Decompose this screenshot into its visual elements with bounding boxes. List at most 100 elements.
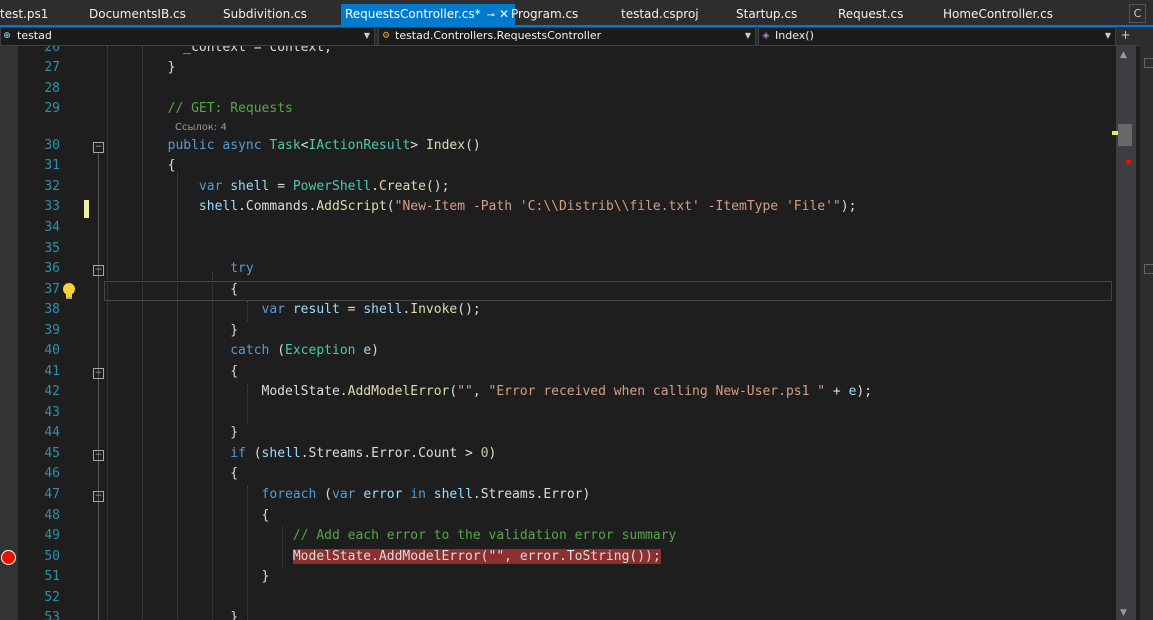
tab-startup-cs[interactable]: Startup.cs xyxy=(736,4,797,25)
class-dropdown[interactable]: ⚙ testad.Controllers.RequestsController … xyxy=(378,27,756,46)
line-number: 47 xyxy=(44,487,60,502)
code-token: AddScript xyxy=(316,199,387,214)
glyph-margin[interactable] xyxy=(0,46,18,620)
lightbulb-icon[interactable] xyxy=(61,282,77,300)
line-number: 48 xyxy=(44,508,60,523)
scroll-down-icon[interactable]: ▼ xyxy=(1120,608,1127,618)
code-line-39[interactable]: } xyxy=(105,323,238,338)
tab-homecontroller-cs[interactable]: HomeController.cs xyxy=(943,4,1053,25)
code-line-37[interactable]: { xyxy=(105,282,238,297)
fold-collapse-icon[interactable]: − xyxy=(93,450,104,461)
line-number: 50 xyxy=(44,549,60,564)
code-line-44[interactable]: } xyxy=(105,425,238,440)
tab-program-cs[interactable]: Program.cs xyxy=(511,4,578,25)
code-line-51[interactable]: } xyxy=(105,569,270,584)
line-number: 42 xyxy=(44,384,60,399)
tab-label: RequestsController.cs* xyxy=(345,7,481,21)
project-label: testad xyxy=(17,29,52,42)
scrollbar-thumb[interactable] xyxy=(1118,124,1132,146)
code-line-31[interactable]: { xyxy=(105,158,176,173)
line-number: 29 xyxy=(44,101,60,116)
tab-request-cs[interactable]: Request.cs xyxy=(838,4,903,25)
panel-toggle-button[interactable] xyxy=(1144,58,1153,68)
code-text: _context = context; xyxy=(183,46,332,55)
line-number: 45 xyxy=(44,446,60,461)
tab-overflow-button[interactable]: C xyxy=(1129,4,1146,23)
globe-icon: ⊕ xyxy=(3,31,11,41)
code-line-53[interactable]: } xyxy=(105,610,238,620)
code-line-41[interactable]: { xyxy=(105,364,238,379)
line-number: 46 xyxy=(44,466,60,481)
code-token: ( xyxy=(386,199,395,214)
navigation-bar: ⊕ testad ▼ ⚙ testad.Controllers.Requests… xyxy=(0,27,1140,46)
string-literal: "" xyxy=(457,384,473,399)
code-line-46[interactable]: { xyxy=(105,466,238,481)
breakpoint-icon[interactable] xyxy=(1,550,16,565)
document-tab-strip: test.ps1 DocumentsIB.cs Subdivition.cs R… xyxy=(0,0,1153,26)
method-icon: ◈ xyxy=(762,31,770,41)
pin-icon[interactable]: ⊸ xyxy=(487,10,495,21)
code-line-27[interactable]: } xyxy=(105,60,176,75)
code-token: ); xyxy=(840,199,857,214)
tab-documentsib-cs[interactable]: DocumentsIB.cs xyxy=(89,4,186,25)
line-number: 39 xyxy=(44,323,60,338)
member-dropdown[interactable]: ◈ Index() ▼ xyxy=(758,27,1116,46)
line-number: 43 xyxy=(44,405,60,420)
code-line-33[interactable]: shell.Commands.AddScript("New-Item -Path… xyxy=(105,199,856,214)
string-literal: "" xyxy=(488,549,505,564)
chevron-down-icon: ▼ xyxy=(1104,31,1111,40)
code-line-47[interactable]: foreach (var error in shell.Streams.Erro… xyxy=(105,487,591,502)
breakpoint-highlight: ModelState.AddModelError("", error.ToStr… xyxy=(292,549,661,564)
code-token: .Commands. xyxy=(238,199,317,214)
code-line-45[interactable]: if (shell.Streams.Error.Count > 0) xyxy=(105,446,496,461)
fold-collapse-icon[interactable]: − xyxy=(93,265,104,276)
fold-collapse-icon[interactable]: − xyxy=(93,368,104,379)
comment-text: // Add each error to the validation erro… xyxy=(292,528,677,543)
references-codelens[interactable]: Ссылок: 4 xyxy=(175,122,227,133)
fold-collapse-icon[interactable]: − xyxy=(93,491,104,502)
line-number: 53 xyxy=(44,610,60,620)
tab-requestscontroller-cs[interactable]: RequestsController.cs* ⊸ ✕ xyxy=(341,4,516,26)
code-line-32[interactable]: var shell = PowerShell.Create(); xyxy=(105,179,450,194)
tab-test-ps1[interactable]: test.ps1 xyxy=(0,4,48,25)
fold-region-line xyxy=(98,152,99,620)
member-label: Index() xyxy=(775,29,814,42)
close-icon[interactable]: ✕ xyxy=(499,7,509,21)
fold-collapse-icon[interactable]: − xyxy=(93,142,104,153)
line-number: 27 xyxy=(44,60,60,75)
line-number: 51 xyxy=(44,569,60,584)
class-label: testad.Controllers.RequestsController xyxy=(395,29,602,42)
code-line-50[interactable]: ModelState.AddModelError("", error.ToStr… xyxy=(105,549,661,564)
change-marker xyxy=(1112,131,1118,135)
line-number: 33 xyxy=(44,199,60,214)
code-editor[interactable]: 26 27 28 29 30 31 32 33 34 35 36 37 38 3… xyxy=(0,46,1116,620)
string-literal: "New-Item -Path 'C:\\Distrib\\file.txt' … xyxy=(394,199,841,214)
current-line-highlight xyxy=(104,281,1112,301)
code-line-29[interactable]: // GET: Requests xyxy=(105,101,293,116)
tab-testad-csproj[interactable]: testad.csproj xyxy=(621,4,699,25)
code-line-42[interactable]: ModelState.AddModelError("", "Error rece… xyxy=(105,384,873,399)
line-number: 41 xyxy=(44,364,60,379)
chevron-down-icon: ▼ xyxy=(363,31,370,40)
line-number: 32 xyxy=(44,179,60,194)
code-line-38[interactable]: var result = shell.Invoke(); xyxy=(105,302,481,317)
code-line-26[interactable]: _context = context; xyxy=(105,46,332,55)
project-dropdown[interactable]: ⊕ testad ▼ xyxy=(0,27,375,46)
line-number: 44 xyxy=(44,425,60,440)
unsaved-change-marker xyxy=(84,200,89,218)
line-number: 30 xyxy=(44,138,60,153)
comment-text: // GET: Requests xyxy=(167,101,293,116)
code-line-48[interactable]: { xyxy=(105,508,270,523)
panel-toggle-button[interactable] xyxy=(1144,264,1153,274)
code-line-49[interactable]: // Add each error to the validation erro… xyxy=(105,528,677,543)
code-line-36[interactable]: try xyxy=(105,261,253,276)
string-literal: "Error received when calling New-User.ps… xyxy=(488,384,826,399)
line-number: 34 xyxy=(44,220,60,235)
code-text: } xyxy=(167,60,176,75)
split-window-button[interactable]: + xyxy=(1118,28,1133,43)
scroll-up-icon[interactable]: ▲ xyxy=(1120,50,1127,60)
code-line-40[interactable]: catch (Exception e) xyxy=(105,343,379,358)
breakpoint-marker xyxy=(1126,160,1131,164)
tab-subdivition-cs[interactable]: Subdivition.cs xyxy=(223,4,307,25)
code-line-30[interactable]: public async Task<IActionResult> Index() xyxy=(105,138,481,153)
